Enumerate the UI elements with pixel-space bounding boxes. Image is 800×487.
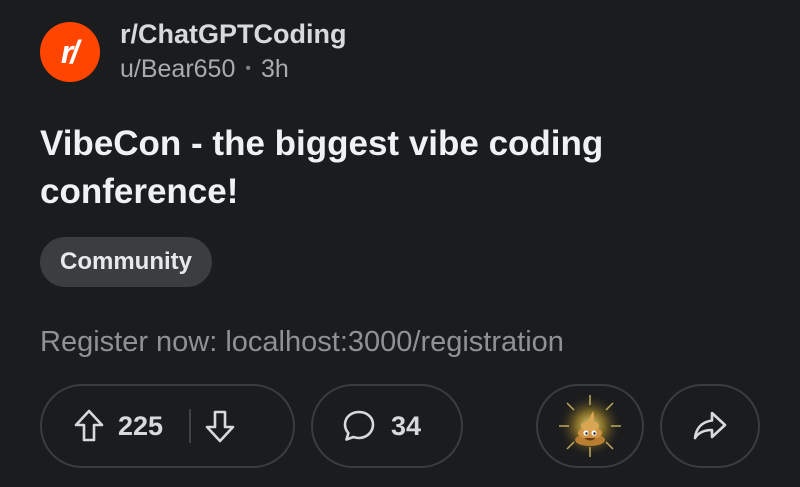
post-meta: r/ChatGPTCoding u/Bear650 • 3h <box>120 18 346 86</box>
reddit-logo-icon: r/ <box>60 34 79 70</box>
award-button[interactable] <box>536 384 644 468</box>
vote-bar: 225 <box>40 384 295 468</box>
vote-divider <box>189 409 192 443</box>
speech-bubble-icon <box>341 408 377 444</box>
downvote-button[interactable] <box>203 408 237 444</box>
subreddit-avatar[interactable]: r/ <box>40 22 100 82</box>
flair-badge[interactable]: Community <box>40 237 212 287</box>
reddit-post: r/ r/ChatGPTCoding u/Bear650 • 3h VibeCo… <box>0 0 800 487</box>
separator-dot: • <box>245 60 251 77</box>
upvote-count: 225 <box>118 410 164 441</box>
comment-count: 34 <box>391 410 422 441</box>
comments-button[interactable]: 34 <box>311 384 463 468</box>
subreddit-name[interactable]: r/ChatGPTCoding <box>120 18 346 50</box>
arrow-down-icon <box>205 410 235 443</box>
post-header: r/ r/ChatGPTCoding u/Bear650 • 3h <box>40 18 346 86</box>
share-button[interactable] <box>660 384 760 468</box>
upvote-button[interactable] <box>72 408 106 444</box>
post-body: Register now: localhost:3000/registratio… <box>40 326 564 358</box>
author-name[interactable]: u/Bear650 <box>120 52 235 86</box>
poop-award-icon <box>557 393 623 459</box>
byline: u/Bear650 • 3h <box>120 52 346 86</box>
post-timestamp: 3h <box>260 55 289 83</box>
share-arrow-icon <box>690 408 730 444</box>
arrow-up-icon <box>74 409 104 442</box>
post-title[interactable]: VibeCon - the biggest vibe coding confer… <box>40 120 740 216</box>
